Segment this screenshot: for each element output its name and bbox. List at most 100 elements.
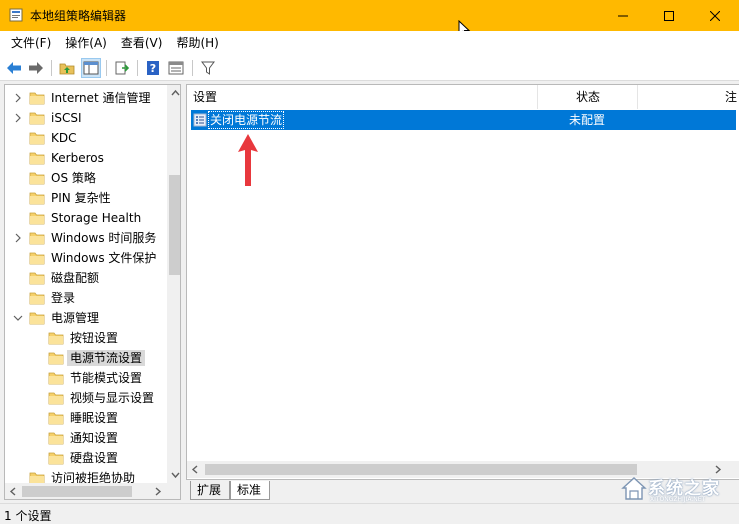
menu-view[interactable]: 查看(V) [114,32,170,54]
window-title: 本地组策略编辑器 [30,9,127,23]
house-logo-icon [621,477,647,500]
maximize-icon [664,10,674,21]
tab-standard[interactable]: 标准 [230,481,270,500]
tree-item[interactable]: 按钮设置 [5,328,167,348]
policy-setting-icon [193,113,207,127]
tree-item[interactable]: 视频与显示设置 [5,388,167,408]
column-header-state[interactable]: 状态 [538,85,638,109]
title-bar[interactable]: 本地组策略编辑器 [0,0,739,38]
tree-item-label: OS 策略 [51,171,96,185]
back-button[interactable] [4,58,24,78]
tree-item-label: 视频与显示设置 [70,391,155,405]
folder-icon [29,172,45,185]
column-header-comment[interactable]: 注 [638,85,739,109]
forward-arrow-icon [29,62,43,74]
tree-item[interactable]: KDC [5,128,167,148]
back-arrow-icon [7,62,21,74]
close-icon [710,10,720,21]
minimize-icon [618,15,628,16]
chevron-right-icon[interactable] [13,113,23,123]
folder-icon [29,272,45,285]
status-bar: 1 个设置 [0,503,739,524]
chevron-right-icon[interactable] [13,233,23,243]
folder-icon [48,332,64,345]
tree-item-label: 通知设置 [70,431,119,445]
tree-item[interactable]: 硬盘设置 [5,448,167,468]
tree-item[interactable]: 睡眠设置 [5,408,167,428]
chevron-down-icon[interactable] [13,313,23,323]
tree-item-label: Kerberos [51,151,104,165]
annotation-arrow-icon [238,134,258,186]
toolbar: ? [0,55,739,81]
filter-button[interactable] [198,58,218,78]
show-hide-tree-icon [83,61,99,75]
scroll-up-icon[interactable] [171,89,180,97]
properties-icon [168,61,184,75]
folder-icon [29,92,45,105]
tree-item[interactable]: PIN 复杂性 [5,188,167,208]
up-folder-icon [59,63,75,75]
tree-pane[interactable]: Internet 通信管理 iSCSI KDC Kerberos OS 策略 PIN 复杂… [4,84,181,500]
list-scroll-thumb[interactable] [205,464,637,475]
forward-button[interactable] [26,58,46,78]
folder-icon [29,292,45,305]
svg-text:?: ? [150,62,156,75]
menu-help[interactable]: 帮助(H) [169,32,225,54]
tree-item-label: iSCSI [51,111,82,125]
tree-item[interactable]: Kerberos [5,148,167,168]
tree-item[interactable]: iSCSI [5,108,167,128]
tree-hscroll-thumb[interactable] [22,486,132,497]
tree-item[interactable]: OS 策略 [5,168,167,188]
tree-item-label: Internet 通信管理 [51,91,151,105]
tree-item-label: 按钮设置 [70,331,119,345]
tree-horizontal-scrollbar[interactable] [5,483,167,499]
tree-vertical-scrollbar[interactable] [167,85,180,483]
column-header-setting[interactable]: 设置 [187,85,538,109]
export-list-button[interactable] [112,58,132,78]
folder-icon [29,212,45,225]
tree-item[interactable]: 通知设置 [5,428,167,448]
tree-item[interactable]: 节能模式设置 [5,368,167,388]
scroll-right-icon[interactable] [154,487,162,496]
tree-item-label: Windows 时间服务 [51,231,157,245]
export-list-icon [115,61,130,75]
tree-item-label: Windows 文件保护 [51,251,157,265]
tree-item[interactable]: 电源管理 [5,308,167,328]
menu-file[interactable]: 文件(F) [4,32,58,54]
folder-icon [48,412,64,425]
settings-list-pane[interactable]: 设置 状态 注 关闭电源节流 未配置 [186,84,739,480]
tree-item[interactable]: Storage Health [5,208,167,228]
minimize-button[interactable] [600,0,646,31]
folder-icon [29,112,45,125]
scroll-left-icon[interactable] [191,465,199,474]
tree-item-label: Storage Health [51,211,142,225]
setting-state: 未配置 [569,113,606,127]
tree-item[interactable]: Windows 文件保护 [5,248,167,268]
tab-extended[interactable]: 扩展 [190,481,230,500]
policy-editor-app-icon [9,8,23,22]
scroll-left-icon[interactable] [9,487,17,496]
tree-item[interactable]: Internet 通信管理 [5,88,167,108]
show-hide-tree-button[interactable] [81,58,101,78]
maximize-button[interactable] [646,0,692,31]
chevron-right-icon[interactable] [13,93,23,103]
tree-item[interactable]: 磁盘配额 [5,268,167,288]
scroll-down-icon[interactable] [171,471,180,479]
close-button[interactable] [692,0,738,31]
folder-icon [29,132,45,145]
tree-item[interactable]: 电源节流设置 [5,348,167,368]
tree-item-label: 磁盘配额 [51,271,100,285]
filter-icon [201,61,215,75]
properties-button[interactable] [166,58,186,78]
tree-scroll-thumb[interactable] [169,175,180,275]
list-row[interactable]: 关闭电源节流 未配置 [191,110,736,130]
tree-item[interactable]: 登录 [5,288,167,308]
folder-icon [29,232,45,245]
folder-icon [29,252,45,265]
help-button[interactable]: ? [143,58,163,78]
folder-open-icon [29,312,45,325]
menu-bar: 文件(F) 操作(A) 查看(V) 帮助(H) [0,31,739,55]
up-one-level-button[interactable] [57,58,77,78]
menu-action[interactable]: 操作(A) [58,32,114,54]
tree-item[interactable]: Windows 时间服务 [5,228,167,248]
